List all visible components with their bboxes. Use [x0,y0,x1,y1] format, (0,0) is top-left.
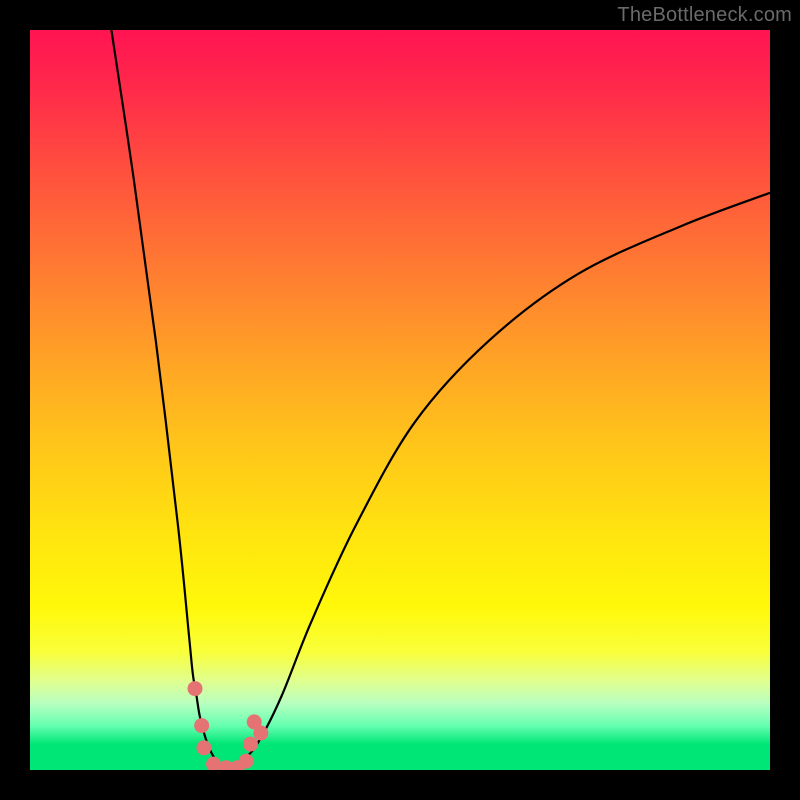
data-marker [188,681,203,696]
data-marker [194,718,209,733]
data-marker [253,726,268,741]
curve-left-branch [111,30,229,770]
data-marker [239,754,254,769]
data-marker [196,740,211,755]
bottleneck-curve [30,30,770,770]
curve-right-branch [230,193,770,770]
watermark-text: TheBottleneck.com [617,4,792,27]
plot-area [30,30,770,770]
data-markers [188,681,269,770]
data-marker [243,737,258,752]
chart-frame: TheBottleneck.com [0,0,800,800]
